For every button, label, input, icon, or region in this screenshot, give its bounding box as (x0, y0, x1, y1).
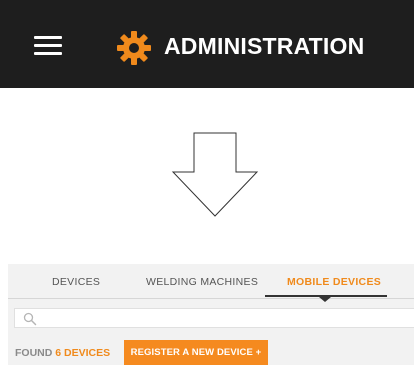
register-device-button[interactable]: REGISTER A NEW DEVICE + (124, 340, 268, 365)
hamburger-menu-icon[interactable] (34, 36, 62, 56)
page-title: ADMINISTRATION (164, 33, 365, 59)
search-field[interactable] (14, 308, 414, 328)
active-tab-caret-icon (319, 297, 331, 302)
app-header: ADMINISTRATION (0, 0, 414, 88)
device-count-label: FOUND 6 DEVICES (15, 347, 110, 359)
search-icon (23, 312, 37, 326)
down-arrow-icon (171, 132, 259, 217)
tab-devices[interactable]: DEVICES (52, 276, 100, 288)
menu-bar (34, 52, 62, 55)
menu-bar (34, 44, 62, 47)
tab-welding-machines[interactable]: WELDING MACHINES (146, 276, 258, 288)
menu-bar (34, 36, 62, 39)
devices-panel: DEVICES WELDING MACHINES MOBILE DEVICES … (8, 264, 414, 365)
tab-mobile-devices[interactable]: MOBILE DEVICES (287, 276, 381, 288)
device-count: 6 DEVICES (55, 347, 111, 359)
tab-bar: DEVICES WELDING MACHINES MOBILE DEVICES (8, 264, 414, 302)
gear-icon (117, 31, 151, 65)
search-input[interactable] (41, 310, 401, 326)
found-label: FOUND (15, 347, 53, 359)
